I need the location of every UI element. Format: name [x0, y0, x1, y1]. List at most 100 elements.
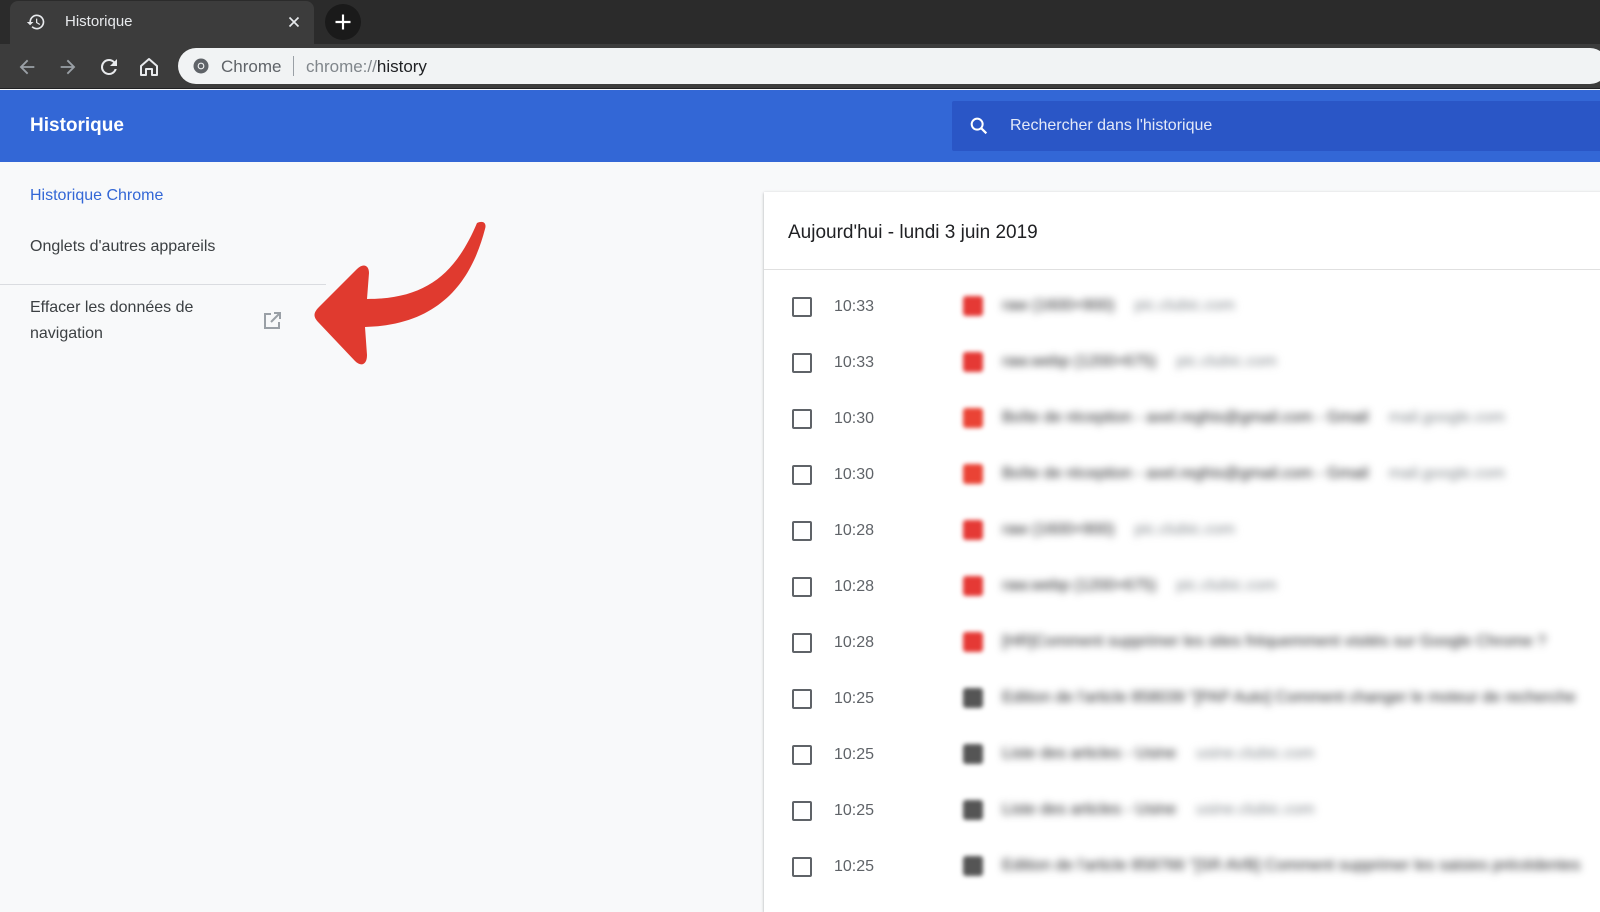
- entry-domain: pic.clubic.com: [1176, 577, 1277, 594]
- history-row[interactable]: 10:30 Boîte de réception - axel.reghis@gm…: [764, 447, 1600, 503]
- url-path: history: [376, 57, 427, 76]
- entry-domain: mail.google.com: [1388, 409, 1506, 426]
- row-checkbox[interactable]: [792, 521, 812, 541]
- entry-title: Edition de l'article 858766 "[SR AVB] Co…: [1002, 857, 1581, 874]
- row-checkbox[interactable]: [792, 577, 812, 597]
- entry-link[interactable]: Boîte de réception - axel.reghis@gmail.c…: [1002, 409, 1505, 427]
- row-checkbox[interactable]: [792, 801, 812, 821]
- forward-button[interactable]: [54, 53, 82, 81]
- entry-title: raw.webp (1200×675): [1002, 577, 1157, 594]
- row-checkbox[interactable]: [792, 465, 812, 485]
- entry-title: Edition de l'article 858039 "[PAP Auto] …: [1002, 689, 1576, 706]
- url-scheme: chrome://: [306, 57, 377, 76]
- history-row[interactable]: 10:28 [HR]Comment supprimer les sites fré…: [764, 615, 1600, 671]
- page-title: Historique: [30, 115, 124, 136]
- address-bar[interactable]: Chrome chrome://history: [178, 48, 1600, 84]
- visit-time: 10:25: [834, 690, 875, 707]
- row-checkbox[interactable]: [792, 745, 812, 765]
- visit-time: 10:33: [834, 298, 875, 315]
- browser-toolbar: Chrome chrome://history: [0, 44, 1600, 89]
- site-favicon-icon: [963, 408, 983, 428]
- search-field[interactable]: [952, 101, 1600, 151]
- entry-domain: pic.clubic.com: [1134, 297, 1235, 314]
- entry-title: raw (1600×900): [1002, 297, 1115, 314]
- history-icon: [26, 14, 45, 30]
- history-row[interactable]: 10:25 Liste des articles - Usine usine.clu…: [764, 727, 1600, 783]
- entry-link[interactable]: raw (1600×900) pic.clubic.com: [1002, 297, 1235, 315]
- back-button[interactable]: [13, 53, 41, 81]
- visit-time: 10:30: [834, 466, 875, 483]
- entry-domain: usine.clubic.com: [1196, 801, 1315, 818]
- history-row[interactable]: 10:25 Edition de l'article 858039 "[PAP A…: [764, 671, 1600, 727]
- history-row[interactable]: 10:28 raw.webp (1200×675) pic.clubic.com: [764, 559, 1600, 615]
- history-row[interactable]: 10:30 Boîte de réception - axel.reghis@gm…: [764, 391, 1600, 447]
- entry-link[interactable]: raw (1600×900) pic.clubic.com: [1002, 521, 1235, 539]
- visit-time: 10:28: [834, 634, 875, 651]
- site-label: Chrome: [221, 57, 282, 76]
- site-favicon-icon: [963, 800, 983, 820]
- entry-link[interactable]: Edition de l'article 858039 "[PAP Auto] …: [1002, 689, 1596, 707]
- entry-link[interactable]: Boîte de réception - axel.reghis@gmail.c…: [1002, 465, 1505, 483]
- site-favicon-icon: [963, 744, 983, 764]
- visit-time: 10:25: [834, 858, 875, 875]
- row-checkbox[interactable]: [792, 297, 812, 317]
- visit-time: 10:33: [834, 354, 875, 371]
- entry-link[interactable]: Liste des articles - Usine usine.clubic.c…: [1002, 745, 1315, 763]
- entry-title: raw (1600×900): [1002, 521, 1115, 538]
- reload-icon: [100, 58, 117, 75]
- site-favicon-icon: [963, 296, 983, 316]
- history-row[interactable]: 10:25 Edition de l'article 858766 "[SR AV…: [764, 839, 1600, 895]
- history-card: Aujourd'hui - lundi 3 juin 2019 10:33 raw…: [764, 192, 1600, 912]
- close-icon[interactable]: [285, 13, 303, 31]
- entry-link[interactable]: raw.webp (1200×675) pic.clubic.com: [1002, 353, 1277, 371]
- history-row[interactable]: 10:25 Liste des articles - Usine usine.clu…: [764, 783, 1600, 839]
- arrow-right-icon: [60, 59, 76, 75]
- chrome-icon: [193, 58, 209, 74]
- search-input[interactable]: [1008, 101, 1568, 151]
- sidebar: Historique Chrome Onglets d'autres appar…: [0, 162, 330, 900]
- entry-title: raw.webp (1200×675): [1002, 353, 1157, 370]
- row-checkbox[interactable]: [792, 353, 812, 373]
- entry-title: Boîte de réception - axel.reghis@gmail.c…: [1002, 465, 1369, 482]
- row-checkbox[interactable]: [792, 857, 812, 877]
- home-icon: [140, 58, 158, 76]
- plus-icon: [335, 14, 351, 30]
- entry-domain: pic.clubic.com: [1134, 521, 1235, 538]
- visit-time: 10:25: [834, 746, 875, 763]
- home-button[interactable]: [135, 53, 163, 81]
- entry-domain: usine.clubic.com: [1196, 745, 1315, 762]
- sidebar-item-other-devices[interactable]: Onglets d'autres appareils: [30, 238, 215, 256]
- history-row[interactable]: 10:33 raw.webp (1200×675) pic.clubic.com: [764, 335, 1600, 391]
- reload-button[interactable]: [95, 53, 123, 81]
- search-icon: [970, 117, 988, 135]
- visit-time: 10:25: [834, 802, 875, 819]
- site-favicon-icon: [963, 632, 983, 652]
- entry-link[interactable]: Edition de l'article 858766 "[SR AVB] Co…: [1002, 857, 1600, 875]
- entry-link[interactable]: raw.webp (1200×675) pic.clubic.com: [1002, 577, 1277, 595]
- sidebar-item-chrome-history[interactable]: Historique Chrome: [30, 187, 163, 205]
- browser-tab[interactable]: Historique: [10, 1, 314, 44]
- tab-title: Historique: [65, 13, 133, 30]
- entry-title: Liste des articles - Usine: [1002, 801, 1177, 818]
- row-checkbox[interactable]: [792, 633, 812, 653]
- site-favicon-icon: [963, 464, 983, 484]
- row-checkbox[interactable]: [792, 689, 812, 709]
- clear-browsing-data-link[interactable]: Effacer les données de navigation: [30, 295, 290, 351]
- entry-domain: mail.google.com: [1388, 465, 1506, 482]
- history-row[interactable]: 10:28 raw (1600×900) pic.clubic.com: [764, 503, 1600, 559]
- arrow-left-icon: [19, 59, 35, 75]
- new-tab-button[interactable]: [325, 4, 361, 40]
- url-text: chrome://history: [306, 57, 427, 77]
- visit-time: 10:28: [834, 578, 875, 595]
- entry-link[interactable]: [HR]Comment supprimer les sites fréquemm…: [1002, 633, 1566, 651]
- history-header: Historique: [0, 90, 1600, 162]
- entry-link[interactable]: Liste des articles - Usine usine.clubic.c…: [1002, 801, 1315, 819]
- site-favicon-icon: [963, 576, 983, 596]
- clear-browsing-data-label: Effacer les données de navigation: [30, 299, 194, 342]
- annotation-arrow: [314, 221, 486, 365]
- omnibox-separator: [293, 56, 294, 76]
- visit-time: 10:28: [834, 522, 875, 539]
- row-checkbox[interactable]: [792, 409, 812, 429]
- history-row[interactable]: 10:33 raw (1600×900) pic.clubic.com: [764, 279, 1600, 335]
- entry-title: Liste des articles - Usine: [1002, 745, 1177, 762]
